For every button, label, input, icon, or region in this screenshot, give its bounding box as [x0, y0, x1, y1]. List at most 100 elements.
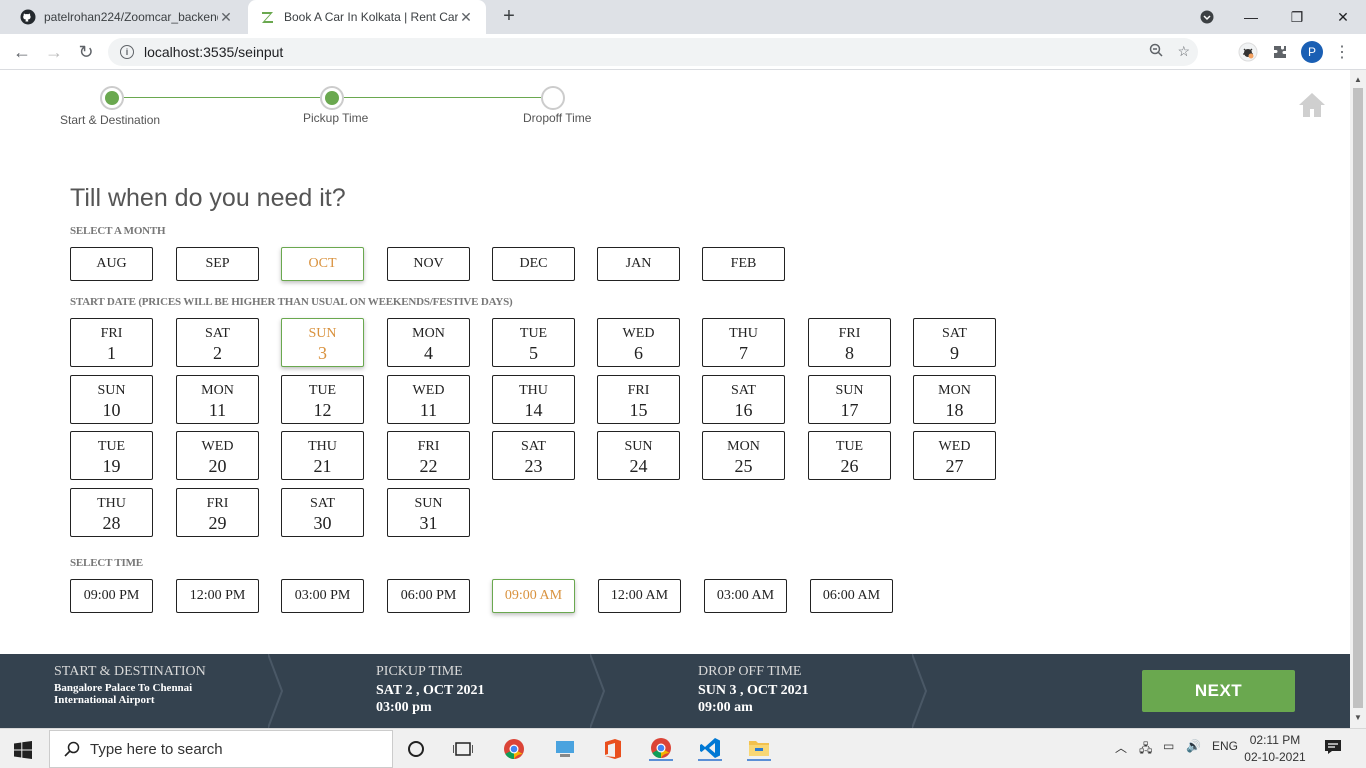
- tab-search-icon[interactable]: [1184, 0, 1230, 34]
- date-button[interactable]: SUN 17: [808, 375, 891, 424]
- chrome-icon[interactable]: [502, 737, 526, 761]
- forward-arrow-icon[interactable]: →: [42, 40, 66, 64]
- date-weekday: SAT: [205, 326, 230, 341]
- volume-icon[interactable]: 🔊: [1186, 739, 1201, 753]
- month-button-oct[interactable]: OCT: [281, 247, 364, 281]
- date-button[interactable]: SUN 3: [281, 318, 364, 367]
- date-button[interactable]: SAT 30: [281, 488, 364, 537]
- date-button[interactable]: WED 6: [597, 318, 680, 367]
- chrome-active-icon[interactable]: [649, 737, 673, 761]
- date-button[interactable]: FRI 1: [70, 318, 153, 367]
- system-clock[interactable]: 02:11 PM 02-10-2021: [1240, 732, 1310, 766]
- cortana-icon[interactable]: [404, 737, 428, 761]
- date-button[interactable]: MON 4: [387, 318, 470, 367]
- date-button[interactable]: MON 18: [913, 375, 996, 424]
- date-button[interactable]: SAT 16: [702, 375, 785, 424]
- tray-chevron-up-icon[interactable]: ︿: [1115, 739, 1127, 756]
- date-number: 29: [208, 513, 227, 533]
- page-scrollbar[interactable]: ▲ ▼: [1350, 70, 1366, 728]
- date-button[interactable]: TUE 26: [808, 431, 891, 480]
- notification-icon[interactable]: [1324, 738, 1342, 759]
- clock-date: 02-10-2021: [1244, 750, 1306, 764]
- windows-start-icon[interactable]: [14, 741, 32, 759]
- date-button[interactable]: TUE 5: [492, 318, 575, 367]
- date-button[interactable]: SAT 9: [913, 318, 996, 367]
- date-number: 7: [739, 343, 748, 363]
- scroll-down-icon[interactable]: ▼: [1350, 710, 1366, 726]
- scrollbar-thumb[interactable]: [1353, 88, 1363, 708]
- time-button[interactable]: 09:00 PM: [70, 579, 153, 613]
- address-bar[interactable]: i localhost:3535/seinput ☆: [108, 38, 1198, 66]
- summary-dropoff: DROP OFF TIME SUN 3 , OCT 2021 09:00 am: [592, 654, 928, 728]
- step-label-start: Start & Destination: [60, 113, 161, 127]
- back-arrow-icon[interactable]: ←: [10, 40, 34, 64]
- more-menu-icon[interactable]: ⋮: [1330, 40, 1354, 64]
- info-icon[interactable]: i: [120, 45, 134, 59]
- computer-icon[interactable]: [553, 737, 577, 761]
- restore-icon[interactable]: ❐: [1274, 0, 1320, 34]
- date-button[interactable]: TUE 12: [281, 375, 364, 424]
- date-button[interactable]: THU 14: [492, 375, 575, 424]
- battery-icon[interactable]: ▭: [1163, 739, 1174, 753]
- network-icon[interactable]: 🖧: [1139, 739, 1152, 760]
- month-button-jan[interactable]: JAN: [597, 247, 680, 281]
- extension-bug-icon[interactable]: [1236, 40, 1260, 64]
- date-button[interactable]: THU 21: [281, 431, 364, 480]
- time-button[interactable]: 06:00 AM: [810, 579, 893, 613]
- time-button[interactable]: 03:00 AM: [704, 579, 787, 613]
- date-button[interactable]: TUE 19: [70, 431, 153, 480]
- new-tab-button[interactable]: +: [498, 6, 520, 28]
- vscode-icon[interactable]: [698, 737, 722, 761]
- date-button[interactable]: MON 11: [176, 375, 259, 424]
- date-button[interactable]: WED 11: [387, 375, 470, 424]
- task-view-icon[interactable]: [451, 737, 475, 761]
- minimize-icon[interactable]: —: [1228, 0, 1274, 34]
- browser-tab-zoomcar[interactable]: Book A Car In Kolkata | Rent Cars ✕: [248, 0, 486, 34]
- taskbar-search-input[interactable]: Type here to search: [49, 730, 393, 768]
- date-button[interactable]: FRI 29: [176, 488, 259, 537]
- time-section-label: SELECT TIME: [70, 557, 143, 569]
- summary-start: START & DESTINATION Bangalore Palace To …: [0, 654, 284, 728]
- date-button[interactable]: SUN 10: [70, 375, 153, 424]
- month-button-feb[interactable]: FEB: [702, 247, 785, 281]
- time-button[interactable]: 03:00 PM: [281, 579, 364, 613]
- date-button[interactable]: SUN 24: [597, 431, 680, 480]
- date-button[interactable]: THU 28: [70, 488, 153, 537]
- date-button[interactable]: SAT 23: [492, 431, 575, 480]
- close-icon[interactable]: ✕: [458, 9, 474, 26]
- date-weekday: FRI: [838, 326, 861, 341]
- date-button[interactable]: WED 20: [176, 431, 259, 480]
- month-button-sep[interactable]: SEP: [176, 247, 259, 281]
- office-icon[interactable]: [601, 737, 625, 761]
- browser-tab-github[interactable]: patelrohan224/Zoomcar_backend ✕: [8, 0, 246, 34]
- scroll-up-icon[interactable]: ▲: [1350, 72, 1366, 88]
- date-button[interactable]: SUN 31: [387, 488, 470, 537]
- month-button-dec[interactable]: DEC: [492, 247, 575, 281]
- zoom-icon[interactable]: [1149, 43, 1163, 60]
- time-button[interactable]: 12:00 AM: [598, 579, 681, 613]
- date-button[interactable]: MON 25: [702, 431, 785, 480]
- date-button[interactable]: FRI 22: [387, 431, 470, 480]
- time-button[interactable]: 06:00 PM: [387, 579, 470, 613]
- date-button[interactable]: FRI 15: [597, 375, 680, 424]
- date-button[interactable]: THU 7: [702, 318, 785, 367]
- reload-icon[interactable]: ↻: [74, 40, 98, 64]
- next-button[interactable]: NEXT: [1142, 670, 1295, 712]
- profile-avatar[interactable]: P: [1300, 40, 1324, 64]
- date-button[interactable]: WED 27: [913, 431, 996, 480]
- date-button[interactable]: FRI 8: [808, 318, 891, 367]
- close-icon[interactable]: ✕: [218, 9, 234, 26]
- month-button-aug[interactable]: AUG: [70, 247, 153, 281]
- time-button[interactable]: 12:00 PM: [176, 579, 259, 613]
- file-explorer-icon[interactable]: [747, 737, 771, 761]
- date-number: 22: [419, 456, 438, 476]
- summary-pickup: PICKUP TIME SAT 2 , OCT 2021 03:00 pm: [270, 654, 606, 728]
- language-indicator[interactable]: ENG: [1212, 739, 1238, 753]
- window-close-icon[interactable]: ✕: [1320, 0, 1366, 34]
- month-button-nov[interactable]: NOV: [387, 247, 470, 281]
- home-icon[interactable]: [1298, 92, 1326, 118]
- bookmark-star-icon[interactable]: ☆: [1177, 43, 1190, 60]
- time-button[interactable]: 09:00 AM: [492, 579, 575, 613]
- date-button[interactable]: SAT 2: [176, 318, 259, 367]
- extensions-puzzle-icon[interactable]: [1268, 40, 1292, 64]
